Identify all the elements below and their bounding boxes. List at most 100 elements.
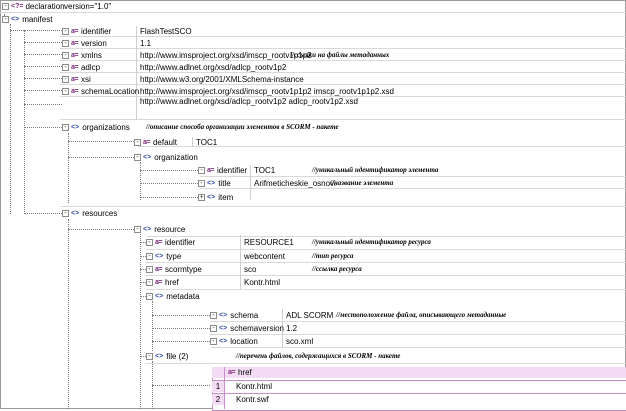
element-name: location — [230, 337, 258, 346]
collapse-icon[interactable]: - — [134, 154, 141, 161]
item-node[interactable]: + <> item — [198, 192, 233, 203]
attr-identifier-value[interactable]: FlashTestSCO — [140, 26, 192, 37]
collapse-icon[interactable]: - — [62, 124, 69, 131]
file-table-header-cell[interactable]: a= href — [228, 367, 252, 378]
attr-name: identifier — [164, 238, 196, 247]
collapse-icon[interactable]: - — [210, 325, 217, 332]
attr-adlcp-value[interactable]: http://www.adlnet.org/xsd/adlcp_rootv1p2 — [140, 62, 286, 73]
declaration-node[interactable]: - <?= declaration — [2, 1, 65, 12]
location-value[interactable]: sco.xml — [286, 336, 313, 347]
element-icon: <> — [143, 154, 152, 161]
collapse-icon[interactable]: - — [2, 16, 9, 23]
attr-xmlns-value[interactable]: http://www.imsproject.org/xsd/imscp_root… — [140, 50, 312, 61]
schema-value[interactable]: ADL SCORM — [286, 310, 333, 321]
organization-node[interactable]: - <> organization — [134, 152, 198, 163]
resources-node[interactable]: - <> resources — [62, 208, 117, 219]
element-icon: <> — [155, 253, 164, 260]
table-row-href-value[interactable]: Kontr.html — [236, 381, 272, 392]
attr-identifier-node[interactable]: - a= identifier — [62, 26, 111, 37]
location-node[interactable]: - <> location — [210, 336, 258, 347]
collapse-icon[interactable]: - — [134, 139, 141, 146]
collapse-icon[interactable]: - — [62, 28, 69, 35]
attr-href-node[interactable]: - a= href — [146, 277, 179, 288]
collapse-icon[interactable]: - — [62, 210, 69, 217]
attribute-icon: a= — [207, 167, 214, 174]
attr-name: default — [152, 138, 178, 147]
metadata-node[interactable]: - <> metadata — [146, 291, 200, 302]
file-node[interactable]: - <> file (2) — [146, 351, 188, 362]
collapse-icon[interactable]: - — [134, 226, 141, 233]
attribute-icon: a= — [143, 139, 150, 146]
collapse-icon[interactable]: - — [62, 64, 69, 71]
collapse-icon[interactable]: - — [210, 338, 217, 345]
annotation-metadata-file-location: //местоположение файла, описывающего мет… — [336, 311, 507, 319]
processing-instruction-icon: <?= — [11, 3, 24, 10]
attribute-icon: a= — [71, 76, 78, 83]
attr-name: version — [80, 39, 107, 48]
attr-default-node[interactable]: - a= default — [134, 137, 177, 148]
declaration-value[interactable]: version="1.0" — [64, 1, 111, 12]
attr-scormtype-value[interactable]: sco — [244, 264, 256, 275]
attr-xsi-value[interactable]: http://www.w3.org/2001/XMLSchema-instanc… — [140, 74, 304, 85]
resource-node[interactable]: - <> resource — [134, 224, 185, 235]
table-row-number: 1 — [212, 381, 224, 392]
element-icon: <> — [207, 194, 216, 201]
table-row-href-value[interactable]: Kontr.swf — [236, 394, 269, 405]
attr-name: scormtype — [164, 265, 202, 274]
declaration-name: declaration — [25, 2, 65, 11]
attr-href-value[interactable]: Kontr.html — [244, 277, 280, 288]
collapse-icon[interactable]: - — [146, 239, 153, 246]
collapse-icon[interactable]: - — [146, 279, 153, 286]
collapse-icon[interactable]: - — [198, 180, 205, 187]
manifest-node[interactable]: - <> manifest — [2, 14, 52, 25]
attr-name: xsi — [80, 75, 91, 84]
attr-type-node[interactable]: - <> type — [146, 251, 181, 262]
attr-default-value[interactable]: TOC1 — [196, 137, 217, 148]
manifest-name: manifest — [22, 15, 53, 24]
attr-res-identifier-value[interactable]: RESOURCE1 — [244, 237, 294, 248]
schemaversion-value[interactable]: 1.2 — [286, 323, 297, 334]
attribute-icon: a= — [155, 279, 162, 286]
collapse-icon[interactable]: - — [62, 40, 69, 47]
attr-version-node[interactable]: - a= version — [62, 38, 107, 49]
element-icon: <> — [219, 325, 228, 332]
attr-adlcp-node[interactable]: - a= adlcp — [62, 62, 100, 73]
attr-xmlns-node[interactable]: - a= xmlns — [62, 50, 102, 61]
annotation-element-name: //название элемента — [330, 179, 394, 187]
organizations-node[interactable]: - <> organizations — [62, 122, 130, 133]
collapse-icon[interactable]: - — [62, 88, 69, 95]
expand-icon[interactable]: - — [2, 3, 9, 10]
attr-schemalocation-node[interactable]: - a= schemaLocation — [62, 86, 139, 97]
element-icon: <> — [155, 293, 164, 300]
collapse-icon[interactable]: - — [62, 76, 69, 83]
attr-name: schemaLocation — [80, 87, 140, 96]
attr-schemalocation-value-line2[interactable]: http://www.adlnet.org/xsd/adlcp_rootv1p2… — [140, 96, 358, 107]
attr-org-identifier-node[interactable]: - a= identifier — [198, 165, 247, 176]
attr-res-identifier-node[interactable]: - a= identifier — [146, 237, 195, 248]
attribute-icon: a= — [155, 266, 162, 273]
attr-name: adlcp — [80, 63, 101, 72]
element-name: file (2) — [166, 352, 189, 361]
attr-version-value[interactable]: 1.1 — [140, 38, 151, 49]
title-value[interactable]: Arifmeticheskie_osnovi — [254, 178, 336, 189]
collapse-icon[interactable]: - — [198, 167, 205, 174]
element-icon: <> — [71, 210, 80, 217]
collapse-icon[interactable]: - — [62, 52, 69, 59]
schema-node[interactable]: - <> schema — [210, 310, 258, 321]
schemaversion-node[interactable]: - <> schemaversion — [210, 323, 284, 334]
xml-grid-view: - <?= declaration version="1.0" - <> man… — [0, 0, 626, 411]
attribute-icon: a= — [155, 239, 162, 246]
collapse-icon[interactable]: - — [146, 253, 153, 260]
collapse-icon[interactable]: - — [210, 312, 217, 319]
collapse-icon[interactable]: - — [146, 293, 153, 300]
collapse-icon[interactable]: - — [146, 266, 153, 273]
attr-scormtype-node[interactable]: - a= scormtype — [146, 264, 202, 275]
collapse-icon[interactable]: - — [146, 353, 153, 360]
attr-type-value[interactable]: webcontent — [244, 251, 285, 262]
expand-icon[interactable]: + — [198, 194, 205, 201]
title-node[interactable]: - <> title — [198, 178, 231, 189]
attr-org-identifier-value[interactable]: TOC1 — [254, 165, 275, 176]
attribute-icon: a= — [71, 52, 78, 59]
attr-xsi-node[interactable]: - a= xsi — [62, 74, 91, 85]
attr-name: identifier — [216, 166, 248, 175]
